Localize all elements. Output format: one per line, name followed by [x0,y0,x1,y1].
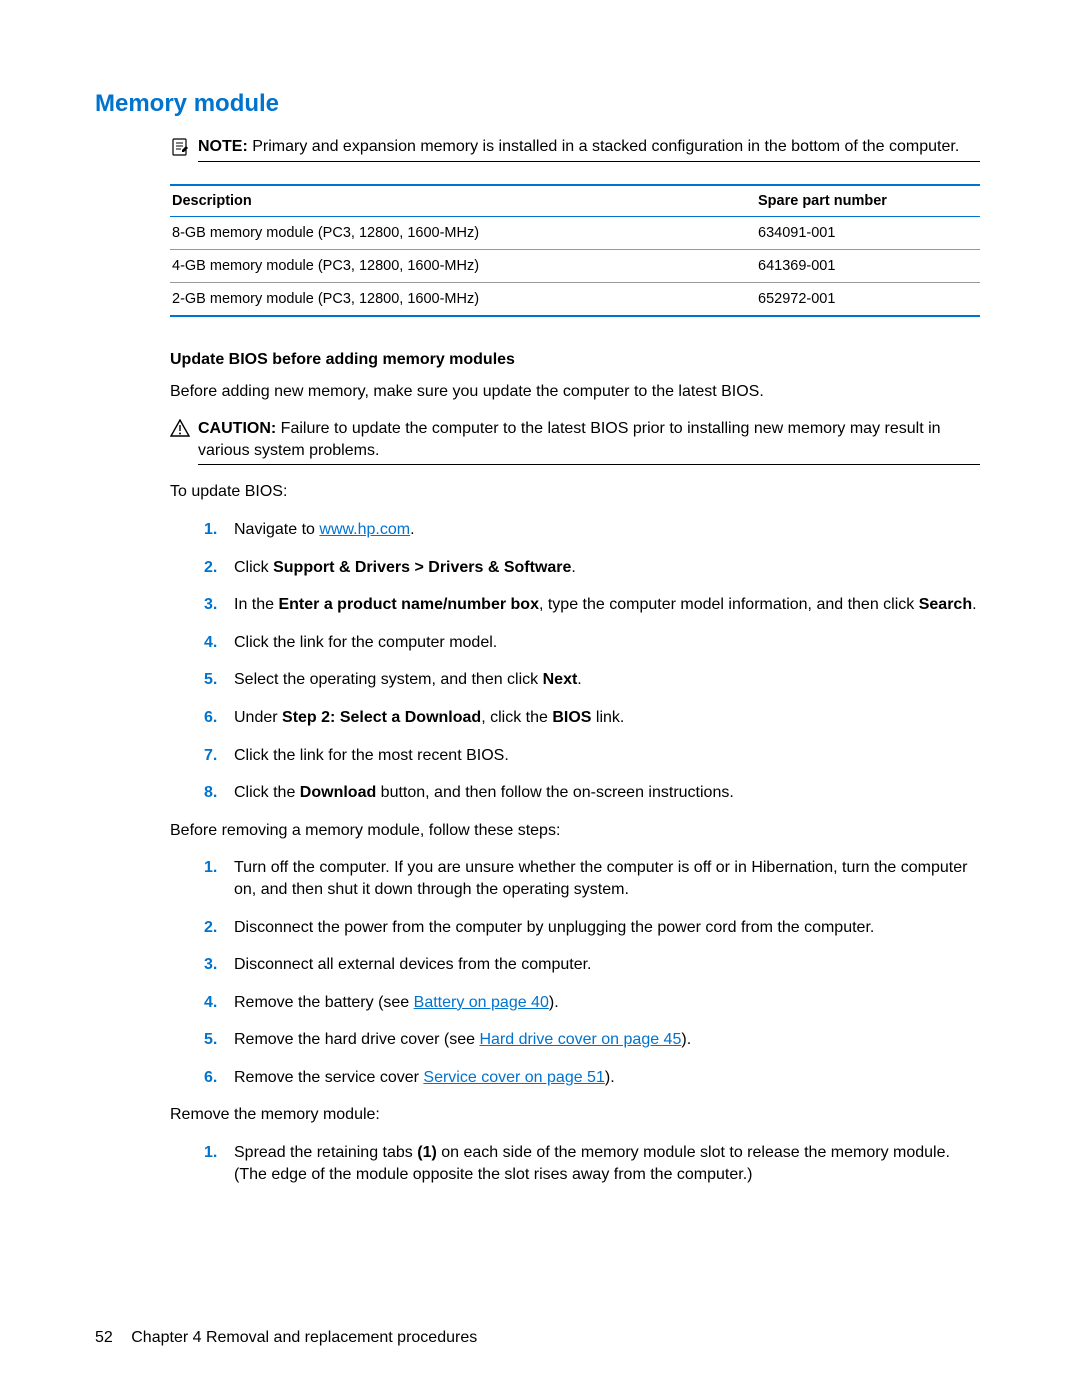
list-item: Disconnect all external devices from the… [204,954,980,976]
parts-table: Description Spare part number 8-GB memor… [170,184,980,317]
caution-label: CAUTION: [198,420,276,437]
cell-spn: 641369-001 [756,249,980,282]
remove-steps: Turn off the computer. If you are unsure… [204,857,980,1088]
chapter-label: Chapter 4 Removal and replacement proced… [131,1329,477,1346]
page-number: 52 [95,1329,113,1346]
caution-icon [170,419,192,437]
list-item: Click the link for the computer model. [204,632,980,654]
mm-steps: Spread the retaining tabs (1) on each si… [204,1142,980,1185]
service-cover-link[interactable]: Service cover on page 51 [423,1069,604,1086]
sub-heading: Update BIOS before adding memory modules [170,351,980,369]
list-item: Remove the battery (see Battery on page … [204,992,980,1014]
list-item: Click Support & Drivers > Drivers & Soft… [204,557,980,579]
table-row: 2-GB memory module (PC3, 12800, 1600-MHz… [170,282,980,316]
list-item: Remove the service cover Service cover o… [204,1067,980,1089]
before-remove-label: Before removing a memory module, follow … [170,820,980,842]
bios-steps: Navigate to www.hp.com. Click Support & … [204,519,980,804]
hard-drive-cover-link[interactable]: Hard drive cover on page 45 [479,1031,681,1048]
list-item: Select the operating system, and then cl… [204,669,980,691]
cell-desc: 8-GB memory module (PC3, 12800, 1600-MHz… [170,216,756,249]
note-label: NOTE: [198,138,248,155]
col-description: Description [170,185,756,217]
to-update-label: To update BIOS: [170,481,980,503]
list-item: Spread the retaining tabs (1) on each si… [204,1142,980,1185]
list-item: Disconnect the power from the computer b… [204,917,980,939]
cell-desc: 2-GB memory module (PC3, 12800, 1600-MHz… [170,282,756,316]
cell-spn: 634091-001 [756,216,980,249]
list-item: Click the link for the most recent BIOS. [204,745,980,767]
note-icon [170,137,192,157]
section-heading: Memory module [95,90,985,118]
caution-block: CAUTION: Failure to update the computer … [170,418,980,465]
note-block: NOTE: Primary and expansion memory is in… [170,136,980,162]
table-row: 8-GB memory module (PC3, 12800, 1600-MHz… [170,216,980,249]
battery-link[interactable]: Battery on page 40 [414,994,549,1011]
list-item: In the Enter a product name/number box, … [204,594,980,616]
note-text: Primary and expansion memory is installe… [252,138,959,155]
list-item: Under Step 2: Select a Download, click t… [204,707,980,729]
hp-link[interactable]: www.hp.com [319,521,410,538]
list-item: Navigate to www.hp.com. [204,519,980,541]
list-item: Turn off the computer. If you are unsure… [204,857,980,900]
list-item: Click the Download button, and then foll… [204,782,980,804]
table-row: 4-GB memory module (PC3, 12800, 1600-MHz… [170,249,980,282]
col-spare-part: Spare part number [756,185,980,217]
intro-paragraph: Before adding new memory, make sure you … [170,381,980,403]
remove-mm-label: Remove the memory module: [170,1104,980,1126]
caution-text: Failure to update the computer to the la… [198,420,941,459]
list-item: Remove the hard drive cover (see Hard dr… [204,1029,980,1051]
page-footer: 52 Chapter 4 Removal and replacement pro… [95,1329,477,1347]
cell-spn: 652972-001 [756,282,980,316]
cell-desc: 4-GB memory module (PC3, 12800, 1600-MHz… [170,249,756,282]
